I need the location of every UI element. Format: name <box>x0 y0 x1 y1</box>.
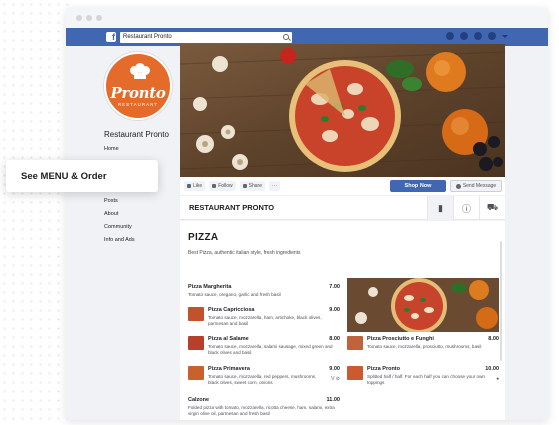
menu-item-price: 7.00 <box>329 284 340 290</box>
sidebar-item-home[interactable]: Home <box>104 146 119 152</box>
menu-panel: PIZZA Best Pizza, authentic italian styl… <box>180 221 505 420</box>
more-button[interactable]: ··· <box>268 181 280 191</box>
menu-item-price: 8.00 <box>329 336 340 342</box>
menu-item[interactable]: Pizza Capricciosa 9.00 Tomato sauce, moz… <box>188 307 340 327</box>
facebook-logo-icon[interactable]: f <box>106 32 116 42</box>
sidebar-item-about[interactable]: About <box>104 211 118 217</box>
menu-item-name: Pizza Capricciosa <box>208 307 255 313</box>
help-icon[interactable] <box>488 32 496 40</box>
menu-item-description: Tomato sauce, mozzarella, salami sausage… <box>208 344 333 355</box>
menu-item-photo <box>347 336 363 350</box>
like-label: Like <box>193 183 203 189</box>
dropdown-icon[interactable] <box>502 34 508 38</box>
menu-item[interactable]: Pizza Pronto 10.00 Splitted half / half.… <box>347 366 499 386</box>
menu-item-description: Tomato sauce, mozzarella, prosciutto, mu… <box>367 344 482 349</box>
menu-header: RESTAURANT PRONTO ▮ ⓘ ⛟ <box>180 196 505 220</box>
follow-button[interactable]: Follow <box>209 181 236 191</box>
menu-item-description: Tomato sauce, mozzarella, ham, artichoke… <box>208 315 322 326</box>
menu-item[interactable]: Calzone 11.00 Folded pizza with tomato, … <box>188 397 340 417</box>
menu-item[interactable]: Pizza Prosciutto e Funghi 8.00 Tomato sa… <box>347 336 499 350</box>
search-input[interactable]: Restaurant Pronto <box>120 31 292 43</box>
window-dot-maximize[interactable] <box>96 15 102 21</box>
featured-pizza-photo <box>347 278 499 332</box>
dietary-tags: V ⊘ <box>331 376 340 382</box>
cover-photo <box>180 44 505 177</box>
messenger-icon[interactable] <box>460 32 468 40</box>
follow-icon <box>212 184 217 188</box>
menu-item-description: Splitted half / half. For each half you … <box>367 374 485 385</box>
send-message-button[interactable]: Send Message <box>450 180 502 192</box>
follow-label: Follow <box>218 183 233 189</box>
page-sidebar: Pronto RESTAURANT Restaurant Pronto Home… <box>104 52 176 243</box>
menu-item-photo <box>347 366 363 380</box>
chef-hat-icon <box>130 63 150 79</box>
menu-item-photo <box>188 366 204 380</box>
logo-subtitle: RESTAURANT <box>117 102 159 107</box>
menu-item-photo <box>188 336 204 350</box>
shop-now-button[interactable]: Shop Now <box>390 180 446 192</box>
more-label: ··· <box>271 183 277 189</box>
sidebar-item-posts[interactable]: Posts <box>104 198 118 204</box>
menu-item-name: Pizza Primavera <box>208 366 250 372</box>
menu-item-name: Calzone <box>188 397 210 403</box>
see-menu-order-button[interactable]: See MENU & Order <box>6 160 158 192</box>
menu-item[interactable]: Pizza Margherita 7.00 Tomato sauce, oreg… <box>188 284 340 298</box>
page-title: Restaurant Pronto <box>104 130 169 139</box>
menu-item-name: Pizza al Salame <box>208 336 249 342</box>
menu-item-name: Pizza Pronto <box>367 366 401 372</box>
window-dot-minimize[interactable] <box>86 15 92 21</box>
menu-item-description: Tomato sauce, oregano, garlic and fresh … <box>188 292 281 297</box>
see-menu-order-label: See MENU & Order <box>21 170 107 182</box>
menu-section-description: Best Pizza, authentic italian style, fre… <box>188 250 301 256</box>
bell-icon[interactable] <box>474 32 482 40</box>
like-button[interactable]: Like <box>184 181 206 191</box>
page-action-bar: Like Follow Share ··· Shop Now Send Mess… <box>180 177 505 195</box>
info-icon[interactable]: ⓘ <box>453 196 479 220</box>
logo-name: Pronto <box>110 84 166 102</box>
menu-item-price: 8.00 <box>488 336 499 342</box>
menu-item[interactable]: Pizza al Salame 8.00 Tomato sauce, mozza… <box>188 336 340 356</box>
share-icon <box>242 184 247 188</box>
messenger-icon <box>455 183 461 189</box>
dot-pattern-background <box>0 0 70 425</box>
menu-item-price: 9.00 <box>329 366 340 372</box>
menu-scrollbar[interactable] <box>500 241 502 361</box>
people-icon[interactable] <box>446 32 454 40</box>
search-value: Restaurant Pronto <box>123 34 172 40</box>
menu-item-description: Tomato sauce, mozzarella, red peppers, m… <box>208 374 317 385</box>
menu-header-title: RESTAURANT PRONTO <box>189 203 275 212</box>
sidebar-item-info-and-ads[interactable]: Info and Ads <box>104 237 135 243</box>
menu-item[interactable]: Pizza Primavera 9.00 Tomato sauce, mozza… <box>188 366 340 386</box>
menu-item-price: 10.00 <box>485 366 499 372</box>
menu-item-description: Folded pizza with tomato, mozzarella, ri… <box>188 405 335 416</box>
menu-item-name: Pizza Margherita <box>188 284 232 290</box>
page-logo[interactable]: Pronto RESTAURANT <box>104 52 172 120</box>
spicy-icon: ♠ <box>496 376 499 382</box>
menu-item-price: 9.00 <box>329 307 340 313</box>
browser-window: f Restaurant Pronto Pronto RESTAURANT Re… <box>66 8 548 420</box>
menu-item-photo <box>188 307 204 321</box>
window-dot-close[interactable] <box>76 15 82 21</box>
share-button[interactable]: Share <box>239 181 265 191</box>
send-message-label: Send Message <box>462 183 497 189</box>
search-icon[interactable] <box>283 34 289 40</box>
menu-book-icon[interactable]: ▮ <box>427 196 453 220</box>
share-label: Share <box>248 183 262 189</box>
menu-item-price: 11.00 <box>326 397 340 403</box>
cart-icon[interactable]: ⛟ <box>479 196 505 220</box>
menu-item-name: Pizza Prosciutto e Funghi <box>367 336 434 342</box>
window-titlebar <box>66 8 548 28</box>
sidebar-item-community[interactable]: Community <box>104 224 132 230</box>
menu-section-title: PIZZA <box>188 232 219 243</box>
thumbs-up-icon <box>187 184 191 188</box>
